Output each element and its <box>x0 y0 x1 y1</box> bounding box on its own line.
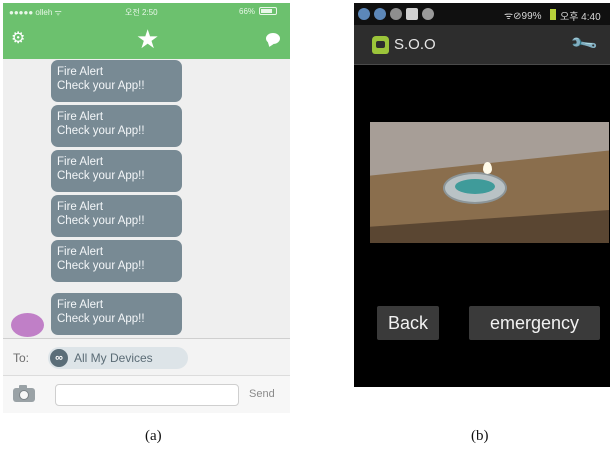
messages-screen: ●●●●● olleh ᯤ 오전 2:50 66% ⚙ ★ Fire Alert… <box>3 3 290 413</box>
app-header: ●●●●● olleh ᯤ 오전 2:50 66% ⚙ ★ <box>3 3 290 59</box>
message-line: Check your App!! <box>57 170 145 182</box>
message-bubble: Fire Alert Check your App!! <box>51 240 182 282</box>
carrier-label: ●●●●● olleh ᯤ <box>9 8 62 17</box>
signal-indicators: ᯤ⊘99% <box>504 11 542 22</box>
notification-icon <box>422 8 434 20</box>
notification-icon <box>358 8 370 20</box>
battery-percent: 66% <box>239 7 256 16</box>
message-line: Fire Alert <box>57 201 104 213</box>
emergency-button[interactable]: emergency <box>469 306 600 340</box>
send-button[interactable]: Send <box>249 388 275 400</box>
recipient-name: All My Devices <box>74 351 153 365</box>
message-input[interactable] <box>55 384 239 406</box>
camera-icon[interactable] <box>13 385 35 402</box>
status-bar: ●●●●● olleh ᯤ 오전 2:50 66% <box>3 3 290 19</box>
notification-icon <box>374 8 386 20</box>
message-line: Check your App!! <box>57 125 145 137</box>
message-line: Fire Alert <box>57 246 104 258</box>
android-app-icon <box>372 36 389 54</box>
app-title-bar: S.O.O 🔧 <box>354 25 610 65</box>
message-line: Fire Alert <box>57 156 104 168</box>
status-bar: ᯤ⊘99% 오후 4:40 <box>354 3 610 25</box>
message-line: Check your App!! <box>57 215 145 227</box>
star-icon[interactable]: ★ <box>136 26 159 52</box>
to-label: To: <box>13 351 30 365</box>
message-line: Check your App!! <box>57 80 145 92</box>
notification-icon <box>390 8 402 20</box>
recipient-chip[interactable]: ∞ All My Devices <box>48 347 188 369</box>
chat-bubble-icon[interactable] <box>266 33 280 44</box>
flame-image <box>483 162 492 174</box>
message-bubble: Fire Alert Check your App!! <box>51 105 182 147</box>
notification-icon <box>406 8 418 20</box>
message-line: Fire Alert <box>57 66 104 78</box>
wrench-settings-icon[interactable]: 🔧 <box>569 29 599 59</box>
recipient-row: To: ∞ All My Devices <box>3 339 290 375</box>
message-bubble: Fire Alert Check your App!! <box>51 293 182 335</box>
battery-icon <box>550 9 556 20</box>
compose-bar: Send <box>3 375 290 413</box>
message-line: Fire Alert <box>57 299 104 311</box>
message-line: Check your App!! <box>57 313 145 325</box>
clock: 오후 4:40 <box>560 12 601 23</box>
camera-app-screen: ᯤ⊘99% 오후 4:40 S.O.O 🔧 Back emergency <box>354 3 610 387</box>
caption-b: (b) <box>471 428 489 444</box>
clock: 오전 2:50 <box>125 8 158 17</box>
message-line: Check your App!! <box>57 260 145 272</box>
battery-icon <box>259 7 277 15</box>
message-bubble: Fire Alert Check your App!! <box>51 60 182 102</box>
message-bubble: Fire Alert Check your App!! <box>51 195 182 237</box>
message-bubble: Fire Alert Check your App!! <box>51 150 182 192</box>
app-title: S.O.O <box>394 36 436 53</box>
camera-feed <box>370 122 609 243</box>
caption-a: (a) <box>145 428 162 444</box>
figure: ●●●●● olleh ᯤ 오전 2:50 66% ⚙ ★ Fire Alert… <box>0 0 610 450</box>
message-line: Fire Alert <box>57 111 104 123</box>
avatar <box>11 313 44 337</box>
infinity-icon: ∞ <box>50 349 68 367</box>
back-button[interactable]: Back <box>377 306 439 340</box>
gear-icon[interactable]: ⚙ <box>11 31 25 47</box>
candle-image <box>443 172 507 204</box>
